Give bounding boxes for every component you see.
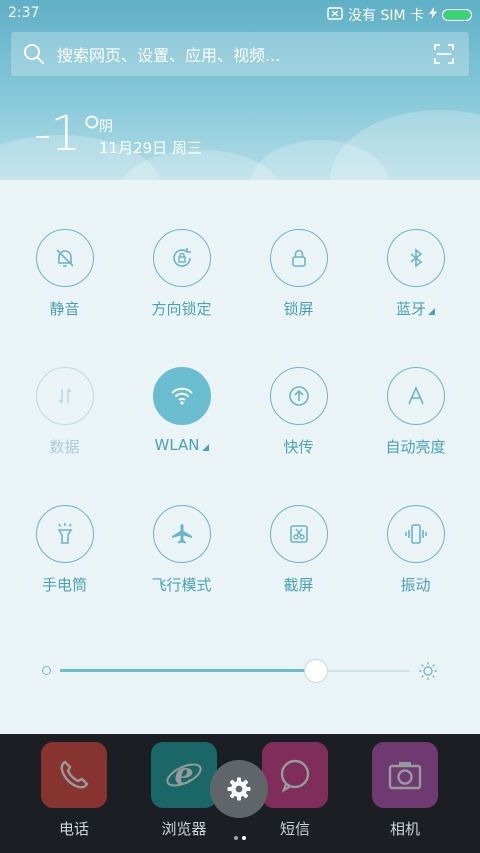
page-dot-active <box>242 836 246 840</box>
sim-status-text: 没有 SIM 卡 <box>348 8 424 24</box>
weather-header: 2:37 没有 SIM 卡 搜索网页、设置、应用、视频... -1° 阴 11月… <box>0 0 480 180</box>
toggle-label-wrap: 蓝牙 <box>357 298 474 319</box>
toggle-label: 蓝牙 <box>395 300 426 318</box>
toggle-airplane-mode[interactable]: 飞行模式 <box>123 505 240 615</box>
toggle-label: 数据 <box>49 438 80 456</box>
weather-condition: 阴 <box>99 119 113 135</box>
bluetooth-icon <box>386 229 445 287</box>
toggle-screenshot[interactable]: 截屏 <box>240 505 357 615</box>
toggle-label: 截屏 <box>283 576 314 594</box>
brightness-low-icon <box>42 666 51 675</box>
no-sim-icon <box>327 6 343 24</box>
settings-button[interactable] <box>210 760 268 818</box>
charging-icon <box>429 7 437 23</box>
app-camera[interactable]: 相机 <box>355 734 455 839</box>
toggle-quick-share[interactable]: 快传 <box>240 367 357 477</box>
app-label: 相机 <box>389 820 420 838</box>
toggle-bluetooth[interactable]: 蓝牙 <box>357 229 474 339</box>
lock-icon <box>269 229 328 287</box>
search-placeholder: 搜索网页、设置、应用、视频... <box>57 46 281 65</box>
app-phone[interactable]: 电话 <box>24 734 124 839</box>
toggle-flashlight[interactable]: 手电筒 <box>6 505 123 615</box>
toggle-silent[interactable]: 静音 <box>6 229 123 339</box>
page-dot <box>234 836 238 840</box>
toggle-label: 快传 <box>283 438 314 456</box>
svg-text:e: e <box>174 757 193 792</box>
toggle-mobile-data[interactable]: 数据 <box>6 367 123 477</box>
slider-thumb[interactable] <box>303 659 328 683</box>
browser-icon: e <box>151 742 217 808</box>
page-indicator <box>232 825 248 844</box>
vibrate-icon <box>386 505 445 563</box>
more-indicator-icon <box>428 308 435 315</box>
camera-icon <box>372 742 438 808</box>
quick-settings-panel: 静音 方向锁定 锁屏 蓝牙 数据 WLAN 快传 自动亮度 手电筒 飞行模式 截… <box>0 180 480 734</box>
temperature: -1° <box>34 106 104 162</box>
phone-icon <box>41 742 107 808</box>
app-label: 短信 <box>279 820 310 838</box>
slider-fill <box>60 669 316 672</box>
quick-share-icon <box>269 367 328 425</box>
toggle-rotation-lock[interactable]: 方向锁定 <box>123 229 240 339</box>
toggle-label: 手电筒 <box>41 576 87 594</box>
toggle-vibrate[interactable]: 振动 <box>357 505 474 615</box>
mobile-data-icon <box>35 367 94 425</box>
wifi-icon <box>152 367 211 425</box>
auto-brightness-icon <box>386 367 445 425</box>
toggle-label: 方向锁定 <box>151 300 212 318</box>
toggle-label: 自动亮度 <box>385 438 446 456</box>
brightness-slider[interactable] <box>42 656 438 686</box>
screenshot-icon <box>269 505 328 563</box>
status-time: 2:37 <box>8 5 40 21</box>
rotation-lock-icon <box>152 229 211 287</box>
toggle-lock-screen[interactable]: 锁屏 <box>240 229 357 339</box>
brightness-high-icon <box>419 662 437 680</box>
toggle-label: WLAN <box>154 436 200 454</box>
app-label: 电话 <box>58 820 89 838</box>
status-bar: 2:37 没有 SIM 卡 <box>0 0 480 28</box>
battery-icon <box>442 9 472 21</box>
toggle-label: 锁屏 <box>283 300 314 318</box>
search-icon <box>24 44 45 65</box>
more-indicator-icon <box>201 444 209 451</box>
date-label: 11月29日 周三 <box>99 139 202 157</box>
scan-icon[interactable] <box>433 43 455 65</box>
app-label: 浏览器 <box>161 820 207 838</box>
airplane-icon <box>152 505 211 563</box>
toggle-label: 飞行模式 <box>151 576 212 594</box>
toggle-wlan[interactable]: WLAN <box>123 367 240 477</box>
toggle-label: 振动 <box>400 576 431 594</box>
search-bar[interactable]: 搜索网页、设置、应用、视频... <box>11 32 469 76</box>
gear-icon <box>227 777 251 801</box>
sms-icon <box>262 742 328 808</box>
bell-off-icon <box>35 229 94 287</box>
toggle-auto-brightness[interactable]: 自动亮度 <box>357 367 474 477</box>
toggle-label: 静音 <box>49 300 80 318</box>
toggle-label-wrap: WLAN <box>123 436 240 454</box>
flashlight-icon <box>35 505 94 563</box>
